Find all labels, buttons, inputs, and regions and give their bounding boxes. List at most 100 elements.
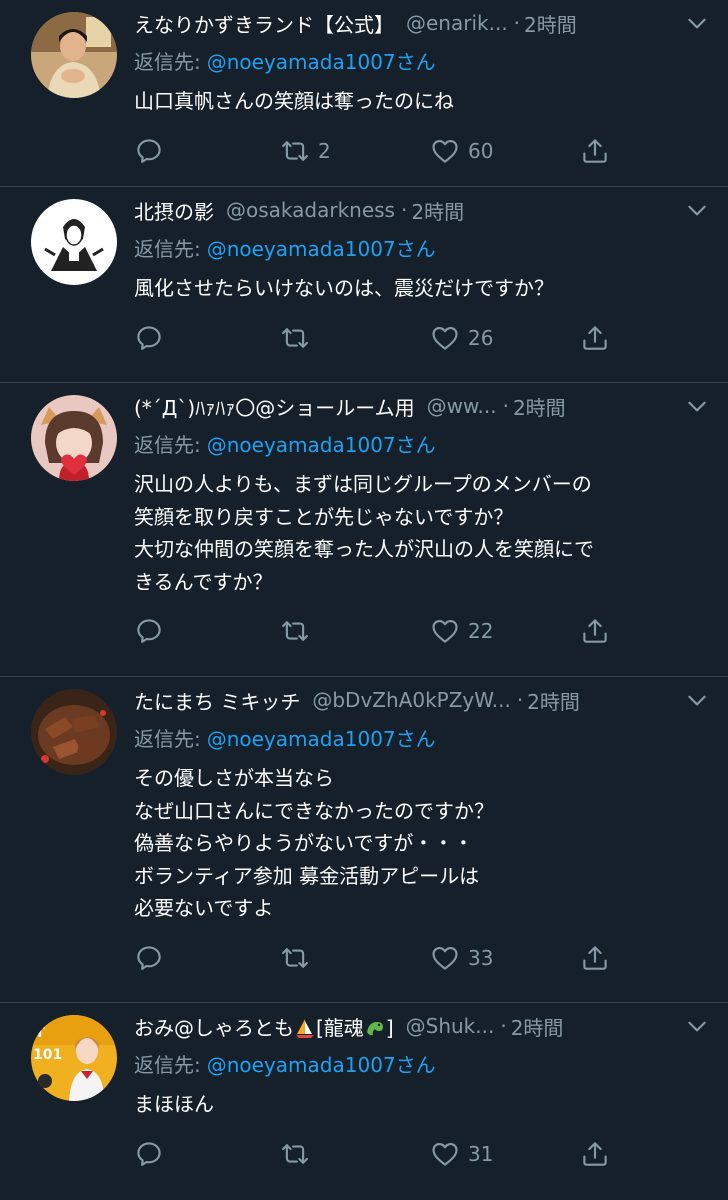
reply-to-link[interactable]: @noeyamada1007さん — [207, 237, 436, 261]
tweet-text-line: 大切な仲間の笑顔を奪った人が沢山の人を笑顔にで — [134, 537, 594, 561]
display-name[interactable]: たにまち ミキッチ — [134, 686, 300, 715]
chevron-down-icon[interactable] — [682, 195, 712, 225]
tweet-text-line: 山口真帆さんの笑顔は奪ったのにね — [134, 89, 454, 113]
reply-button[interactable] — [134, 321, 172, 355]
reply-button[interactable] — [134, 1137, 172, 1171]
share-button[interactable] — [580, 614, 610, 648]
tweet-header: 北摂の影 @osakadarkness · 2時間 — [134, 187, 708, 233]
reply-icon — [134, 616, 164, 646]
tweet-actions: 2 60 — [134, 126, 708, 184]
separator-dot: · — [516, 688, 524, 712]
tweet-header: えなりかずきランド【公式】 @enarik... · 2時間 — [134, 0, 708, 46]
reply-prefix: 返信先: — [134, 727, 201, 751]
avatar[interactable] — [31, 199, 117, 285]
display-name[interactable]: えなりかずきランド【公式】 — [134, 9, 394, 38]
chevron-down-icon[interactable] — [682, 391, 712, 421]
sailboat-emoji-icon — [296, 1018, 314, 1038]
reply-button[interactable] — [134, 614, 172, 648]
tweet-text-line: きるんですか？ — [134, 569, 273, 594]
tweet[interactable]: 北摂の影 @osakadarkness · 2時間 返信先: @noeyamada… — [0, 187, 728, 383]
avatar[interactable]: T 101 — [31, 1015, 117, 1101]
tweet[interactable]: えなりかずきランド【公式】 @enarik... · 2時間 返信先: @noey… — [0, 0, 728, 187]
tweet-text: 沢山の人よりも、まずは同じグループのメンバーの 笑顔を取り戻すことが先じゃないで… — [134, 461, 708, 598]
reply-to-link[interactable]: @noeyamada1007さん — [207, 433, 436, 457]
like-button[interactable]: 31 — [430, 1137, 493, 1171]
user-handle[interactable]: @enarik... — [406, 11, 508, 35]
display-name[interactable]: (*´Д`)ﾊｧﾊｧ〇@ショールーム用 — [134, 392, 415, 421]
share-button[interactable] — [580, 941, 610, 975]
avatar[interactable] — [31, 689, 117, 775]
like-count: 33 — [468, 945, 494, 970]
tweet-text-line: 偽善ならやりようがないですが・・・ — [134, 831, 474, 855]
tweet-text: 山口真帆さんの笑顔は奪ったのにね — [134, 78, 708, 118]
like-button[interactable]: 26 — [430, 321, 493, 355]
user-handle[interactable]: @osakadarkness — [226, 198, 395, 222]
tweet[interactable]: たにまち ミキッチ @bDvZhA0kPZyW... · 2時間 返信先: @no… — [0, 677, 728, 1003]
like-count: 22 — [468, 619, 494, 643]
timestamp[interactable]: 2時間 — [513, 392, 566, 421]
user-handle[interactable]: @bDvZhA0kPZyW... — [312, 688, 510, 712]
like-button[interactable]: 22 — [430, 614, 493, 648]
reply-button[interactable] — [134, 134, 172, 168]
timestamp[interactable]: 2時間 — [511, 1012, 564, 1041]
heart-icon — [430, 323, 460, 353]
separator-dot: · — [513, 11, 521, 35]
share-icon — [580, 1139, 610, 1169]
tweet-text-line: ボランティア参加 募金活動アピールは — [134, 863, 480, 888]
separator-dot: · — [500, 1014, 507, 1038]
reply-context: 返信先: @noeyamada1007さん — [134, 233, 708, 265]
tweet-actions: 22 — [134, 606, 708, 664]
avatar[interactable] — [31, 12, 117, 98]
user-handle[interactable]: @Shuk... — [406, 1014, 495, 1038]
retweet-button[interactable] — [280, 614, 318, 648]
reply-context: 返信先: @noeyamada1007さん — [134, 46, 708, 78]
reply-to-link[interactable]: @noeyamada1007さん — [207, 50, 436, 74]
retweet-button[interactable] — [280, 1137, 318, 1171]
tweet-text-line: 沢山の人よりも、まずは同じグループのメンバーの — [134, 472, 592, 496]
like-button[interactable]: 33 — [430, 941, 493, 975]
retweet-icon — [280, 616, 310, 646]
user-handle[interactable]: @ww... — [427, 394, 497, 418]
display-name-text: [龍魂 — [316, 1015, 364, 1040]
tweet-text: その優しさが本当なら なぜ山口さんにできなかったのですか？ 偽善ならやりようがな… — [134, 755, 708, 925]
share-button[interactable] — [580, 1137, 610, 1171]
retweet-icon — [280, 1139, 310, 1169]
reply-to-link[interactable]: @noeyamada1007さん — [207, 1053, 436, 1077]
share-icon — [580, 943, 610, 973]
svg-text:T: T — [35, 1025, 45, 1041]
reply-to-link[interactable]: @noeyamada1007さん — [207, 727, 436, 751]
chevron-down-icon[interactable] — [682, 8, 712, 38]
timestamp[interactable]: 2時間 — [411, 196, 464, 225]
like-button[interactable]: 60 — [430, 134, 493, 168]
tweet[interactable]: T 101 おみ@しゃろとも [龍魂] @Shuk... · 2時間 返信先: @n… — [0, 1003, 728, 1200]
share-button[interactable] — [580, 321, 610, 355]
reply-icon — [134, 323, 164, 353]
tweet[interactable]: (*´Д`)ﾊｧﾊｧ〇@ショールーム用 @ww... · 2時間 返信先: @no… — [0, 383, 728, 677]
reply-context: 返信先: @noeyamada1007さん — [134, 1049, 708, 1081]
avatar[interactable] — [31, 395, 117, 481]
share-button[interactable] — [580, 134, 610, 168]
like-count: 60 — [468, 138, 494, 163]
retweet-button[interactable] — [280, 941, 318, 975]
reply-prefix: 返信先: — [134, 50, 201, 74]
retweet-button[interactable] — [280, 321, 318, 355]
timestamp[interactable]: 2時間 — [527, 686, 580, 715]
retweet-button[interactable]: 2 — [280, 134, 331, 168]
reply-prefix: 返信先: — [134, 1053, 201, 1077]
tweet-text-line: 必要ないですよ — [134, 896, 274, 920]
tweet-text-line: 笑顔を取り戻すことが先じゃないですか？ — [134, 504, 514, 529]
heart-icon — [430, 943, 460, 973]
reply-button[interactable] — [134, 941, 172, 975]
chevron-down-icon[interactable] — [682, 685, 712, 715]
timestamp[interactable]: 2時間 — [524, 9, 577, 38]
tweet-text: 風化させたらいけないのは、震災だけですか？ — [134, 265, 708, 305]
reply-icon — [134, 943, 164, 973]
tweet-header: おみ@しゃろとも [龍魂] @Shuk... · 2時間 — [134, 1003, 708, 1049]
svg-text:101: 101 — [33, 1047, 62, 1063]
reply-icon — [134, 1139, 164, 1169]
display-name[interactable]: おみ@しゃろとも [龍魂] — [134, 1012, 394, 1041]
chevron-down-icon[interactable] — [682, 1011, 712, 1041]
reply-icon — [134, 136, 164, 166]
display-name[interactable]: 北摂の影 — [134, 196, 214, 225]
timeline-feed: えなりかずきランド【公式】 @enarik... · 2時間 返信先: @noey… — [0, 0, 728, 1200]
